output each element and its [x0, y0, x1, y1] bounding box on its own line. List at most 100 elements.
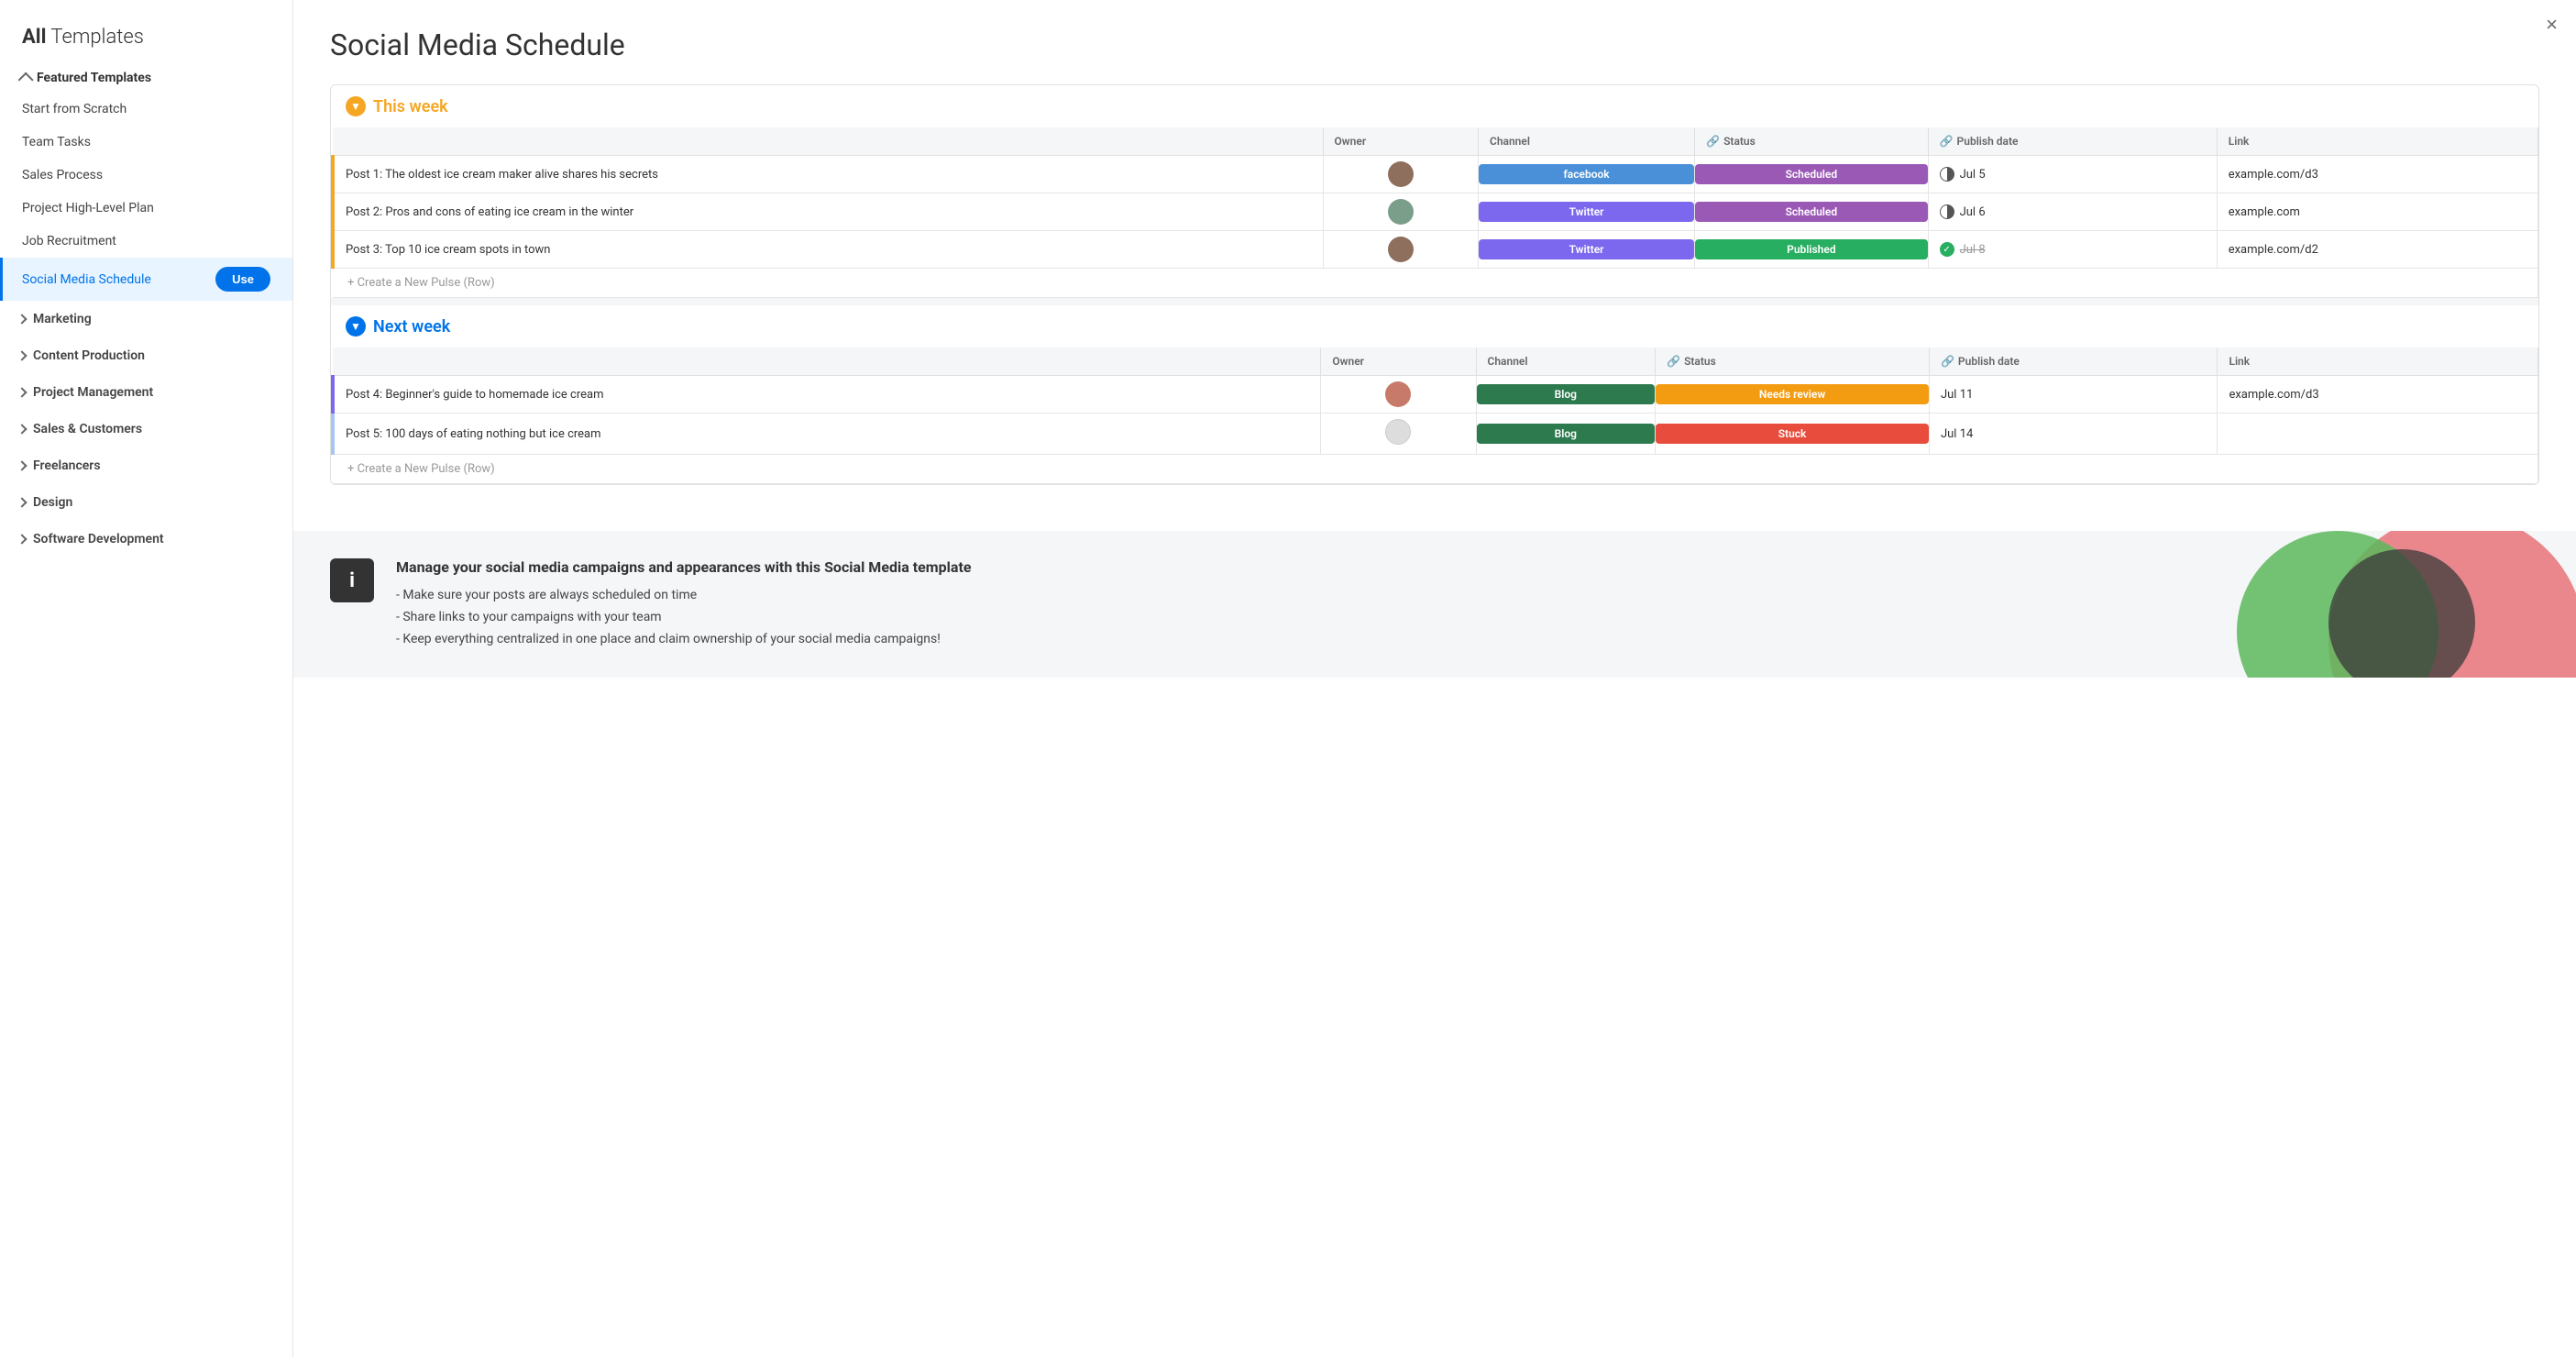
link-cell: example.com/d3	[2218, 376, 2538, 414]
link-cell: example.com/d2	[2217, 231, 2537, 269]
owner-cell	[1323, 156, 1478, 193]
status-cell: Published	[1695, 231, 1928, 269]
status-badge: Stuck	[1656, 424, 1929, 444]
status-cell: Scheduled	[1695, 156, 1928, 193]
sidebar-title: All Templates	[0, 18, 292, 63]
channel-badge: Twitter	[1479, 239, 1694, 259]
section-label: Design	[33, 495, 72, 510]
table-row: Post 5: 100 days of eating nothing but i…	[333, 414, 2538, 455]
sidebar-item-software-development[interactable]: Software Development	[0, 521, 292, 557]
date-cell: ✓ Jul 8	[1928, 231, 2217, 269]
chevron-right-icon	[17, 460, 27, 470]
table-row: Post 1: The oldest ice cream maker alive…	[333, 156, 2538, 193]
sidebar-item-job-recruitment[interactable]: Job Recruitment	[0, 225, 292, 258]
featured-templates-header[interactable]: Featured Templates	[0, 63, 292, 93]
th-channel: Channel	[1478, 127, 1694, 156]
th-publish-date: 🔗Publish date	[1928, 127, 2217, 156]
owner-cell	[1321, 376, 1476, 414]
table-row: Post 2: Pros and cons of eating ice crea…	[333, 193, 2538, 231]
sidebar-item-marketing[interactable]: Marketing	[0, 301, 292, 337]
date-value: Jul 11	[1941, 388, 1973, 402]
section-label: Software Development	[33, 532, 164, 546]
row-name-cell: Post 5: 100 days of eating nothing but i…	[333, 414, 1321, 455]
next-week-table: Owner Channel 🔗Status 🔗Publish date Link	[331, 348, 2538, 484]
group-header-this-week[interactable]: ▼ This week	[331, 85, 2538, 127]
channel-cell: Twitter	[1478, 231, 1694, 269]
group-header-next-week[interactable]: ▼ Next week	[331, 305, 2538, 348]
sidebar-item-sales-customers[interactable]: Sales & Customers	[0, 411, 292, 447]
th-channel: Channel	[1476, 348, 1656, 376]
sidebar-item-sales-process[interactable]: Sales Process	[0, 159, 292, 192]
th-publish-date: 🔗Publish date	[1929, 348, 2217, 376]
close-button[interactable]: ×	[2546, 15, 2558, 35]
th-status: 🔗Status	[1656, 348, 1930, 376]
desc-bullets: - Make sure your posts are always schedu…	[396, 585, 972, 650]
date-value: Jul 5	[1960, 168, 1986, 182]
info-icon: i	[330, 558, 374, 602]
sidebar-item-label: Start from Scratch	[22, 102, 127, 116]
link-value: example.com/d3	[2218, 159, 2537, 191]
sidebar-item-social-media[interactable]: Social Media Schedule Use	[0, 258, 292, 301]
link-cell: example.com	[2217, 193, 2537, 231]
group-next-week: ▼ Next week Owner Channel 🔗Status	[331, 305, 2538, 484]
sidebar-item-project-management[interactable]: Project Management	[0, 374, 292, 411]
group-this-week: ▼ This week Owner Channel 🔗Status	[331, 85, 2538, 298]
sidebar-item-content-production[interactable]: Content Production	[0, 337, 292, 374]
section-label: Marketing	[33, 312, 92, 326]
sidebar-item-label: Social Media Schedule	[22, 272, 151, 287]
date-value: Jul 8	[1960, 243, 1986, 257]
row-name: Post 3: Top 10 ice cream spots in town	[335, 234, 1323, 266]
desc-title: Manage your social media campaigns and a…	[396, 558, 972, 576]
group-divider	[331, 298, 2538, 305]
create-row-this-week[interactable]: + Create a New Pulse (Row)	[333, 269, 2538, 298]
avatar	[1388, 199, 1414, 225]
th-owner: Owner	[1321, 348, 1476, 376]
create-row-next-week[interactable]: + Create a New Pulse (Row)	[333, 455, 2538, 484]
chevron-right-icon	[17, 314, 27, 324]
sidebar-item-freelancers[interactable]: Freelancers	[0, 447, 292, 484]
group-name-next-week: Next week	[373, 317, 450, 336]
section-label: Content Production	[33, 348, 145, 363]
sidebar-item-team-tasks[interactable]: Team Tasks	[0, 126, 292, 159]
main-content-area: × Social Media Schedule ▼ This week Owne…	[293, 0, 2576, 1357]
sidebar-item-label: Team Tasks	[22, 135, 91, 149]
sidebar: All Templates Featured Templates Start f…	[0, 0, 293, 1357]
featured-chevron-icon	[18, 72, 34, 88]
link-icon: 🔗	[1706, 135, 1720, 148]
half-circle-icon	[1940, 204, 1954, 219]
check-circle-icon: ✓	[1940, 242, 1954, 257]
board-scroll-next-week: Owner Channel 🔗Status 🔗Publish date Link	[331, 348, 2538, 484]
title-bold: All	[22, 26, 46, 49]
use-button[interactable]: Use	[215, 267, 270, 292]
section-label: Project Management	[33, 385, 153, 400]
sidebar-item-design[interactable]: Design	[0, 484, 292, 521]
link-value	[2218, 425, 2537, 443]
sidebar-item-start-scratch[interactable]: Start from Scratch	[0, 93, 292, 126]
board-scroll-this-week: Owner Channel 🔗Status 🔗Publish date Link	[331, 127, 2538, 298]
link-icon: 🔗	[1667, 355, 1680, 368]
owner-cell	[1323, 231, 1478, 269]
status-badge: Scheduled	[1695, 164, 1927, 184]
avatar	[1388, 237, 1414, 262]
th-link: Link	[2217, 127, 2537, 156]
section-label: Sales & Customers	[33, 422, 142, 436]
link-value: example.com/d2	[2218, 234, 2537, 266]
date-cell: Jul 6	[1928, 193, 2217, 231]
chevron-right-icon	[17, 534, 27, 544]
th-name	[333, 348, 1321, 376]
description-section: i Manage your social media campaigns and…	[293, 531, 2576, 678]
create-label[interactable]: + Create a New Pulse (Row)	[333, 455, 2538, 484]
date-cell: Jul 14	[1929, 414, 2217, 455]
avatar	[1388, 161, 1414, 187]
create-label[interactable]: + Create a New Pulse (Row)	[333, 269, 2538, 298]
date-cell: Jul 5	[1928, 156, 2217, 193]
channel-badge: facebook	[1479, 164, 1694, 184]
date-value: Jul 6	[1960, 205, 1986, 219]
table-row: Post 3: Top 10 ice cream spots in town T…	[333, 231, 2538, 269]
half-circle-icon	[1940, 167, 1954, 182]
sidebar-item-project-high-level[interactable]: Project High-Level Plan	[0, 192, 292, 225]
chevron-right-icon	[17, 350, 27, 360]
section-label: Freelancers	[33, 458, 101, 473]
date-value: Jul 14	[1941, 427, 1973, 441]
th-status: 🔗Status	[1695, 127, 1928, 156]
